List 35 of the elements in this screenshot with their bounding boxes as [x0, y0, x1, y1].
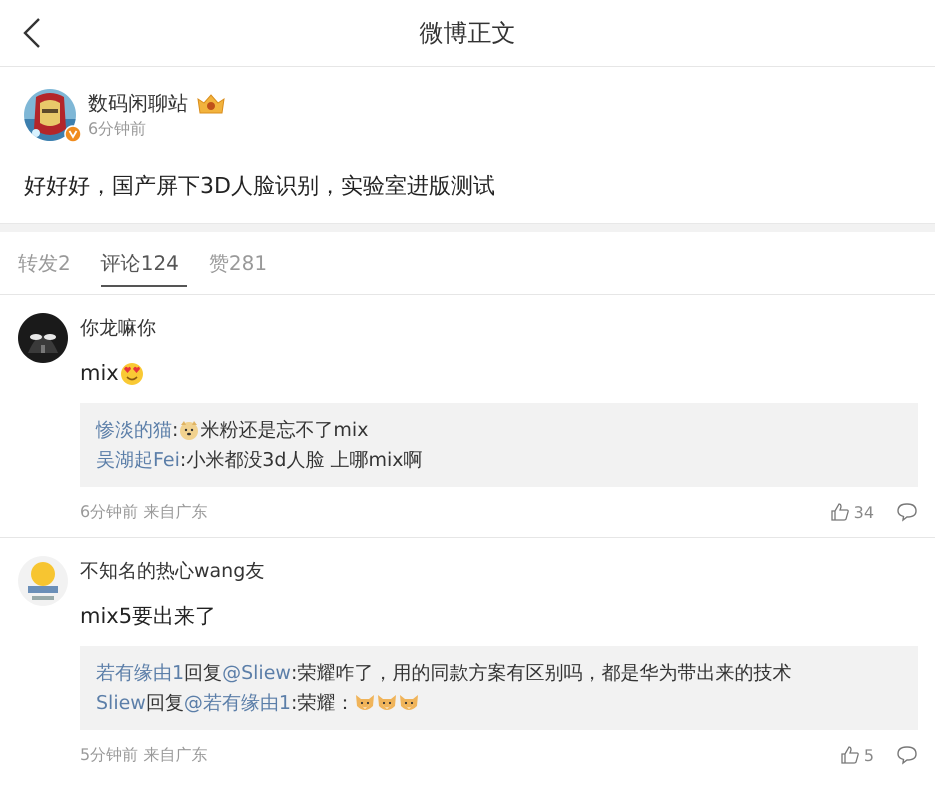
comment-icon[interactable] [896, 745, 918, 765]
user-link[interactable]: 惨淡的猫 [96, 415, 172, 445]
reply-text: 回复 [146, 691, 184, 716]
thumbs-up-icon [840, 745, 860, 765]
tab[interactable]: 赞281 [208, 240, 276, 286]
tab[interactable]: 评论124 [100, 240, 187, 286]
thumbs-up-icon [830, 502, 850, 522]
comment-icon[interactable] [896, 502, 918, 522]
post-time: 6分钟前 [88, 119, 148, 140]
user-link[interactable]: 若有缘由1 [96, 658, 184, 688]
reply-text: :荣耀咋了，用的同款方案有区别吗，都是华为带出来的技术 [290, 661, 792, 686]
page-title: 微博正文 [420, 18, 516, 49]
comment-meta: 5分钟前 来自广东 [80, 744, 208, 766]
comment-meta: 6分钟前 来自广东 [80, 502, 208, 522]
like-button[interactable]: 5 [840, 745, 874, 765]
comment-text: mix5要出来了 [80, 603, 216, 630]
user-link[interactable]: @若有缘由1 [184, 688, 291, 718]
post-text: 好好好，国产屏下3D人脸识别，实验室进版测试 [24, 173, 496, 201]
author-name[interactable]: 数码闲聊站 [88, 90, 188, 117]
heart-eyes-emoji-icon [118, 360, 145, 386]
reply-text: :小米都没3d人脸 上哪mix啊 [180, 448, 422, 473]
like-button[interactable]: 34 [830, 502, 874, 522]
reply-text: 回复 [184, 661, 222, 686]
user-link[interactable]: Sliew [96, 688, 146, 718]
comment-text: mix [80, 361, 119, 385]
commenter-name[interactable]: 你龙嘛你 [80, 315, 156, 341]
reply-text: 米粉还是忘不了mix [200, 418, 368, 443]
user-link[interactable]: 吴湖起Fei [96, 445, 180, 475]
back-icon[interactable] [22, 17, 42, 49]
reply-text: : [172, 418, 178, 443]
reply-text: :荣耀： [290, 691, 354, 716]
crown-icon [196, 92, 226, 114]
commenter-name[interactable]: 不知名的热心wang友 [80, 558, 264, 584]
tab[interactable]: 转发2 [18, 240, 79, 286]
user-link[interactable]: @Sliew [222, 658, 291, 688]
